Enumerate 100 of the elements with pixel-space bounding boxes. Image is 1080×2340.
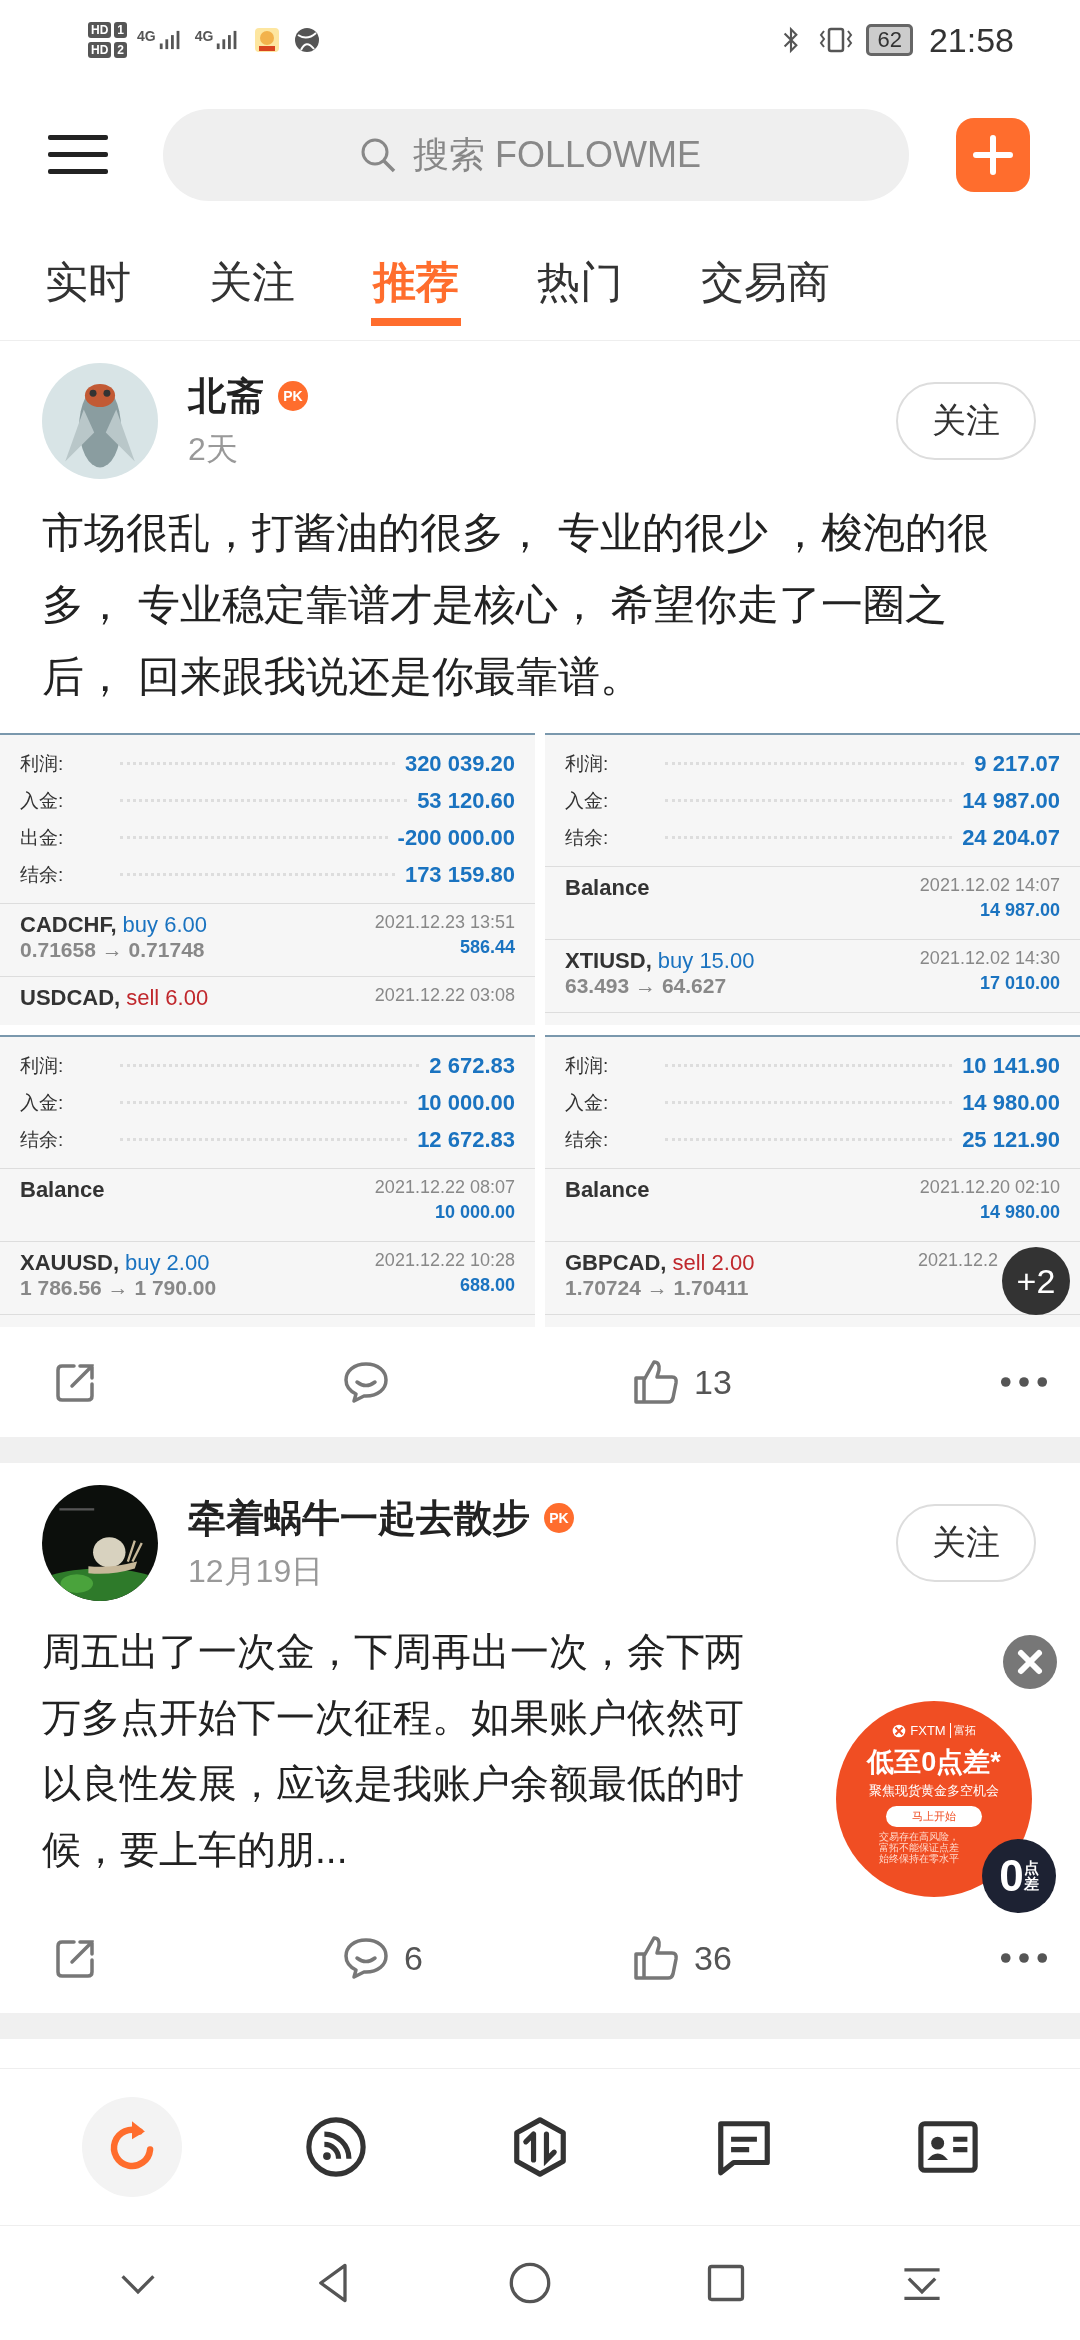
summary-label: 结余: [20, 862, 65, 887]
balance-title: Balance [20, 1177, 105, 1203]
search-field[interactable]: 搜索 FOLLOWME [163, 109, 909, 201]
balance-title: Balance [565, 1177, 650, 1203]
menu-icon[interactable] [48, 135, 108, 175]
post-time: 2天 [188, 429, 239, 469]
summary-value: 12 672.83 [417, 1126, 515, 1153]
summary-value: 14 987.00 [962, 787, 1060, 814]
battery-indicator: 62 [866, 24, 913, 56]
network-label: 4G [137, 28, 156, 44]
summary-value: 24 204.07 [962, 824, 1060, 851]
summary-value: 173 159.80 [404, 861, 515, 888]
entry-amount: 688.00 [459, 1275, 515, 1296]
ad-subtitle: 聚焦现货黄金多空机会 [869, 1782, 999, 1800]
more-icon[interactable] [1000, 1952, 1048, 1964]
summary-label: 入金: [565, 788, 610, 813]
trade-prices: 0.71658 → 0.71748 [20, 938, 206, 962]
author-name[interactable]: 北斋 [188, 370, 264, 422]
brand-logo-icon [892, 1723, 907, 1738]
comment-count: 6 [404, 1938, 423, 1978]
like-icon[interactable] [632, 1934, 680, 1982]
like-count: 13 [694, 1362, 732, 1402]
summary-label: 结余: [565, 825, 610, 850]
entry-amount: 14 987.00 [979, 900, 1060, 921]
trade-order: buy 2.00 [125, 1250, 210, 1276]
trade-prices: 1.70724 → 1.70411 [565, 1276, 750, 1300]
pk-badge: PK [544, 1503, 574, 1533]
summary-label: 利润: [20, 1053, 65, 1078]
summary-label: 入金: [565, 1090, 610, 1115]
entry-date: 2021.12.20 02:10 [919, 1177, 1060, 1198]
ad-disclaimer: 始终保持在零水平 [879, 1853, 959, 1864]
summary-value: 10 141.90 [962, 1052, 1060, 1079]
entry-date: 2021.12.02 14:07 [919, 875, 1060, 896]
trade-symbol: USDCAD, [20, 985, 121, 1011]
trade-prices: 1 786.56 → 1 790.00 [20, 1276, 217, 1300]
trade-symbol: XAUUSD, [20, 1250, 119, 1276]
summary-value: 25 121.90 [962, 1126, 1060, 1153]
entry-date: 2021.12.02 14:30 [919, 948, 1060, 969]
feed-icon [305, 2116, 367, 2178]
sim-indicator: HD 2 [88, 42, 128, 58]
entry-amount: 14 980.00 [979, 1202, 1060, 1223]
more-icon[interactable] [1000, 1376, 1048, 1388]
trade-prices: 63.493 → 64.627 [565, 974, 728, 998]
summary-label: 入金: [20, 788, 65, 813]
trade-symbol: GBPCAD, [565, 1250, 667, 1276]
sim-indicator: HD 1 [88, 22, 128, 38]
entry-date: 2021.12.23 13:51 [374, 912, 515, 933]
feed-tab[interactable]: 热门 [512, 236, 648, 334]
post-time: 12月19日 [188, 1551, 325, 1591]
ad-headline: 低至0点差* [867, 1746, 1001, 1779]
summary-value: -200 000.00 [397, 824, 515, 851]
entry-amount: 10 000.00 [434, 1202, 515, 1223]
summary-value: 10 000.00 [417, 1089, 515, 1116]
summary-label: 结余: [20, 1127, 65, 1152]
summary-label: 入金: [20, 1090, 65, 1115]
ad-disclaimer: 富拓不能保证点差 [879, 1842, 959, 1853]
summary-label: 出金: [20, 825, 65, 850]
close-icon[interactable] [1003, 1635, 1057, 1689]
author-name[interactable]: 牵着蜗牛一起去散步 [188, 1492, 530, 1544]
entry-date: 2021.12.22 10:28 [374, 1250, 515, 1271]
balance-title: Balance [565, 875, 650, 901]
trade-order: buy 15.00 [657, 948, 755, 974]
like-icon[interactable] [632, 1358, 680, 1406]
home-icon[interactable] [508, 2261, 552, 2305]
add-button[interactable] [956, 118, 1030, 192]
trade-symbol: CADCHF, [20, 912, 117, 938]
entry-amount: 586.44 [459, 937, 515, 958]
summary-label: 利润: [565, 1053, 610, 1078]
feed-tab[interactable]: 交易商 [676, 236, 855, 334]
summary-label: 结余: [565, 1127, 610, 1152]
ad-start-button[interactable]: 马上开始 [886, 1806, 982, 1827]
clock: 21:58 [928, 20, 1014, 60]
summary-value: 2 672.83 [429, 1052, 515, 1079]
summary-label: 利润: [565, 751, 610, 776]
post-text: 周五出了一次金，下周再出一次，余下两万多点开始下一次征程。如果账户依然可以良性发展，应该是我账户余额最低的时候，要上车的朋... [42, 1629, 745, 1873]
ad-brand: FXTM [910, 1723, 946, 1738]
feed-tab[interactable]: 关注 [184, 236, 320, 334]
more-images-badge[interactable]: +2 [1002, 1247, 1070, 1315]
like-count: 36 [694, 1938, 732, 1978]
feed-tab[interactable]: 实时 [20, 236, 156, 334]
entry-amount: 17 010.00 [979, 973, 1060, 994]
ad-brand-cn: 富拓 [949, 1723, 976, 1738]
ad-disclaimer: 交易存在高风险， [879, 1831, 959, 1842]
pk-badge: PK [278, 381, 308, 411]
follow-button[interactable]: 关注 [896, 382, 1036, 460]
summary-value: 320 039.20 [404, 750, 515, 777]
trade-symbol: XTIUSD, [565, 948, 652, 974]
summary-value: 53 120.60 [417, 787, 515, 814]
network-label: 4G [194, 28, 214, 44]
follow-button[interactable]: 关注 [896, 1504, 1036, 1582]
summary-value: 9 217.07 [974, 750, 1060, 777]
summary-value: 14 980.00 [962, 1089, 1060, 1116]
entry-date: 2021.12.22 03:08 [374, 985, 515, 1006]
trade-order: sell 6.00 [126, 985, 209, 1011]
trade-order: sell 2.00 [672, 1250, 755, 1276]
trade-order: buy 6.00 [122, 912, 207, 938]
post-text: 市场很乱，打酱油的很多， 专业的很少 ，梭泡的很多， 专业稳定靠谱才是核心， 希望你走了一圈之后， 回来跟我说还是你最靠谱。 [42, 508, 991, 702]
entry-date: 2021.12.22 08:07 [374, 1177, 515, 1198]
entry-date: 2021.12.2 [917, 1250, 998, 1271]
summary-label: 利润: [20, 751, 65, 776]
